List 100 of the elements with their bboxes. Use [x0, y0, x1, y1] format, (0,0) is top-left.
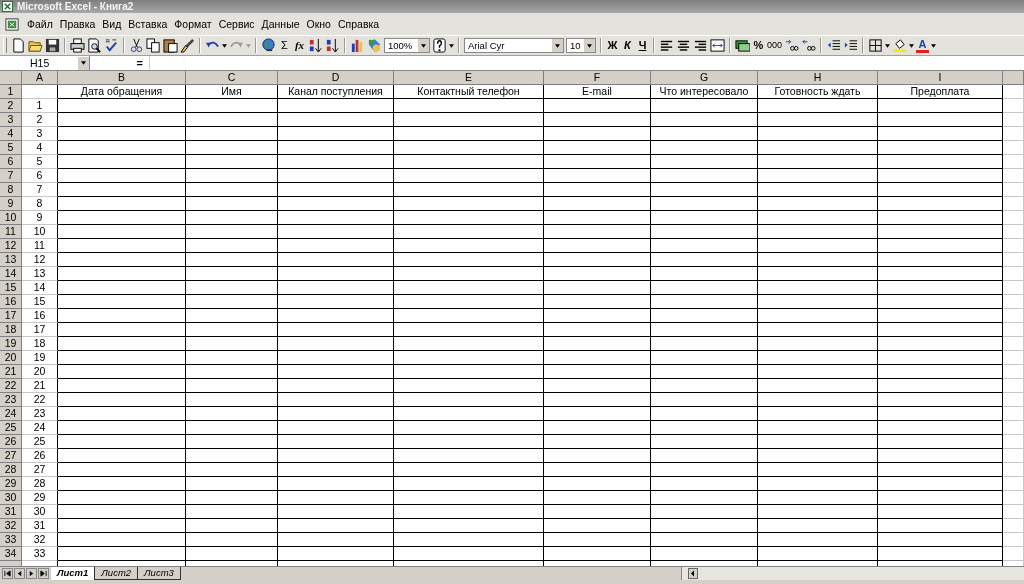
name-box[interactable]: H15	[0, 56, 90, 70]
row-header[interactable]: 7	[0, 169, 22, 183]
align-left-icon[interactable]	[659, 38, 674, 53]
caret-icon[interactable]	[885, 43, 891, 48]
row-header[interactable]: 15	[0, 281, 22, 295]
insert-function-button[interactable]: fx	[293, 38, 306, 53]
row-header[interactable]: 8	[0, 183, 22, 197]
menu-item[interactable]: Справка	[337, 18, 380, 30]
menu-item[interactable]: Вид	[102, 18, 122, 30]
column-header[interactable]	[1003, 71, 1024, 85]
bold-button[interactable]: Ж	[606, 38, 619, 53]
menu-item[interactable]: Вставка	[128, 18, 168, 30]
autosum-button[interactable]: Σ	[278, 38, 291, 53]
zoom-dropdown[interactable]: 100%	[384, 38, 430, 53]
italic-button[interactable]: К	[621, 38, 634, 53]
row-header[interactable]: 22	[0, 379, 22, 393]
row-header[interactable]: 24	[0, 407, 22, 421]
row-header[interactable]: 19	[0, 337, 22, 351]
column-header[interactable]: E	[394, 71, 544, 85]
row-header[interactable]: 2	[0, 99, 22, 113]
spell-check-icon[interactable]	[104, 38, 119, 53]
print-preview-icon[interactable]	[87, 38, 102, 53]
column-header[interactable]: C	[186, 71, 278, 85]
row-header[interactable]: 23	[0, 393, 22, 407]
caret-icon[interactable]	[909, 43, 915, 48]
printer-icon[interactable]	[70, 38, 85, 53]
column-header[interactable]: I	[878, 71, 1003, 85]
increase-decimal-icon[interactable]	[784, 38, 800, 53]
help-icon[interactable]	[432, 38, 447, 53]
new-document-icon[interactable]	[11, 38, 26, 53]
row-header[interactable]: 31	[0, 505, 22, 519]
fill-color-icon[interactable]	[892, 38, 908, 53]
font-size-dropdown[interactable]: 10	[566, 38, 596, 53]
menu-item[interactable]: Файл	[27, 18, 53, 30]
bar-chart-icon[interactable]	[350, 38, 365, 53]
font-color-button[interactable]: A	[916, 38, 930, 53]
row-header[interactable]: 18	[0, 323, 22, 337]
row-header[interactable]: 11	[0, 225, 22, 239]
row-header[interactable]: 3	[0, 113, 22, 127]
sort-descending-icon[interactable]	[325, 38, 340, 53]
row-header[interactable]: 12	[0, 239, 22, 253]
row-header[interactable]: 25	[0, 421, 22, 435]
percent-button[interactable]: %	[752, 38, 765, 53]
column-header[interactable]: G	[651, 71, 758, 85]
caret-icon[interactable]	[222, 43, 227, 48]
align-right-icon[interactable]	[693, 38, 708, 53]
menu-item[interactable]: Правка	[59, 18, 96, 30]
row-header[interactable]: 21	[0, 365, 22, 379]
underline-button[interactable]: Ч	[636, 38, 649, 53]
menu-item[interactable]: Окно	[306, 18, 331, 30]
align-center-icon[interactable]	[676, 38, 691, 53]
next-sheet-icon[interactable]	[26, 568, 37, 579]
menu-item[interactable]: Данные	[261, 18, 300, 30]
row-header[interactable]: 6	[0, 155, 22, 169]
save-icon[interactable]	[45, 38, 60, 53]
row-header[interactable]: 4	[0, 127, 22, 141]
last-sheet-icon[interactable]	[38, 568, 49, 579]
first-sheet-icon[interactable]	[2, 568, 13, 579]
decrease-indent-icon[interactable]	[826, 38, 842, 53]
merge-center-icon[interactable]	[710, 38, 725, 53]
column-header[interactable]: H	[758, 71, 878, 85]
row-header[interactable]: 17	[0, 309, 22, 323]
sheet-tab[interactable]: Лист3	[138, 567, 181, 580]
row-header[interactable]: 10	[0, 211, 22, 225]
caret-icon[interactable]	[449, 43, 454, 48]
row-header[interactable]: 29	[0, 477, 22, 491]
drawing-tools-icon[interactable]	[367, 38, 382, 53]
sheet-tab[interactable]: Лист1	[51, 567, 96, 580]
paintbrush-icon[interactable]	[180, 38, 195, 53]
decrease-decimal-icon[interactable]	[801, 38, 817, 53]
caret-icon[interactable]	[931, 43, 937, 48]
scissors-icon[interactable]	[129, 38, 144, 53]
row-header[interactable]: 9	[0, 197, 22, 211]
row-header[interactable]: 30	[0, 491, 22, 505]
column-header[interactable]: F	[544, 71, 651, 85]
borders-icon[interactable]	[868, 38, 884, 53]
row-header[interactable]: 33	[0, 533, 22, 547]
row-header[interactable]: 27	[0, 449, 22, 463]
column-header[interactable]: D	[278, 71, 394, 85]
globe-icon[interactable]	[261, 38, 276, 53]
currency-icon[interactable]	[735, 38, 750, 53]
horizontal-scrollbar[interactable]	[680, 567, 1024, 580]
workbook-icon[interactable]	[5, 16, 20, 32]
menu-item[interactable]: Формат	[174, 18, 212, 30]
row-header[interactable]: 28	[0, 463, 22, 477]
menu-item[interactable]: Сервис	[218, 18, 255, 30]
clipboard-icon[interactable]	[163, 38, 178, 53]
row-header[interactable]: 1	[0, 85, 22, 99]
row-header[interactable]: 14	[0, 267, 22, 281]
previous-sheet-icon[interactable]	[14, 568, 25, 579]
row-header[interactable]: 20	[0, 351, 22, 365]
row-header[interactable]: 16	[0, 295, 22, 309]
row-header[interactable]: 26	[0, 435, 22, 449]
scroll-left-icon[interactable]	[687, 568, 698, 579]
row-header[interactable]: 34	[0, 547, 22, 561]
row-header[interactable]: 32	[0, 519, 22, 533]
sort-ascending-icon[interactable]	[308, 38, 323, 53]
open-folder-icon[interactable]	[28, 38, 43, 53]
font-dropdown[interactable]: Arial Cyr	[464, 38, 564, 53]
row-header[interactable]: 5	[0, 141, 22, 155]
